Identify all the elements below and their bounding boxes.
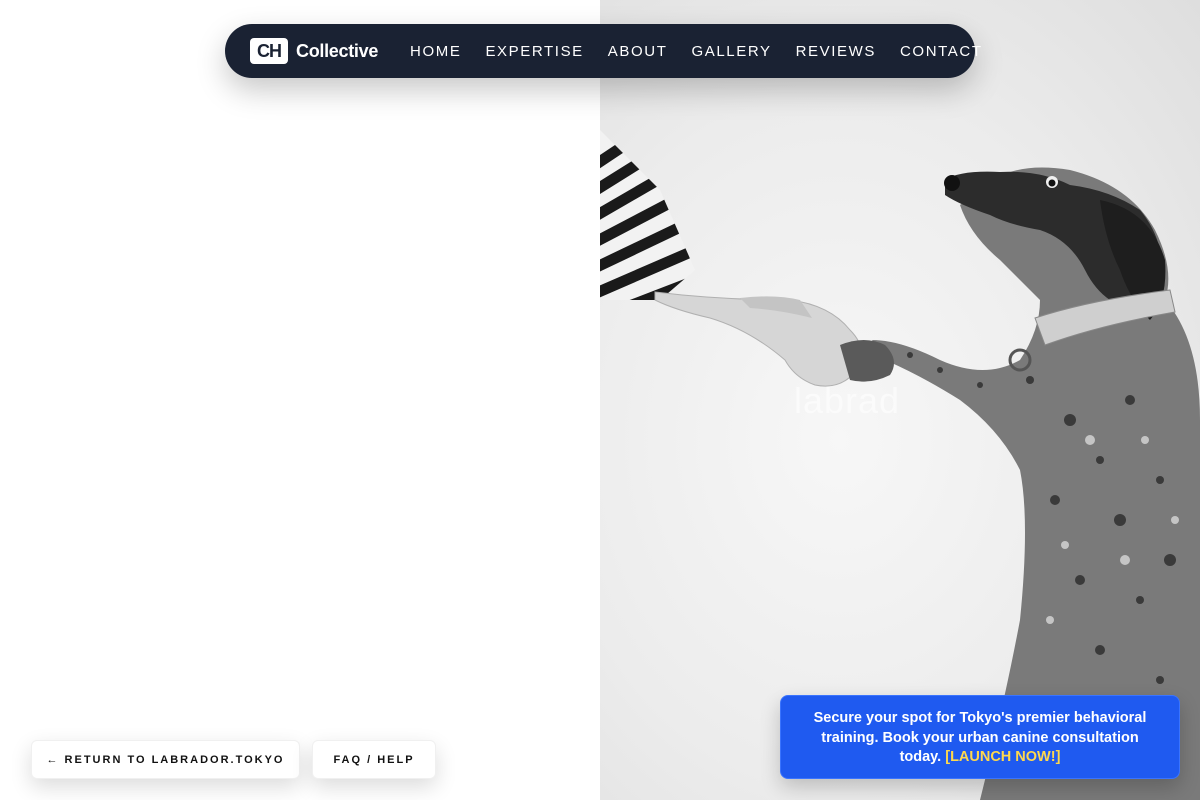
faq-help-button[interactable]: FAQ / HELP — [312, 740, 436, 779]
nav-link-about[interactable]: ABOUT — [608, 43, 668, 60]
brand-logo[interactable]: CH Collective — [250, 38, 378, 64]
hero-image-panel: labrad — [600, 0, 1200, 800]
nav-link-contact[interactable]: CONTACT — [900, 43, 983, 60]
nav-link-home[interactable]: HOME — [410, 43, 461, 60]
left-blank-panel — [0, 0, 600, 800]
nav-links: HOME EXPERTISE ABOUT GALLERY REVIEWS CON… — [410, 43, 983, 60]
promo-banner[interactable]: Secure your spot for Tokyo's premier beh… — [780, 695, 1180, 779]
nav-link-gallery[interactable]: GALLERY — [691, 43, 771, 60]
nav-link-expertise[interactable]: EXPERTISE — [485, 43, 583, 60]
logo-mark: CH — [250, 38, 288, 64]
promo-cta-link[interactable]: [LAUNCH NOW!] — [945, 749, 1060, 765]
top-navigation-bar: CH Collective HOME EXPERTISE ABOUT GALLE… — [225, 24, 981, 78]
logo-text: Collective — [296, 40, 379, 61]
return-to-labrador-button[interactable]: ← RETURN TO LABRADOR.TOKYO — [31, 740, 300, 779]
hero-watermark-text: labrad — [794, 380, 901, 421]
nav-link-reviews[interactable]: REVIEWS — [796, 43, 876, 60]
